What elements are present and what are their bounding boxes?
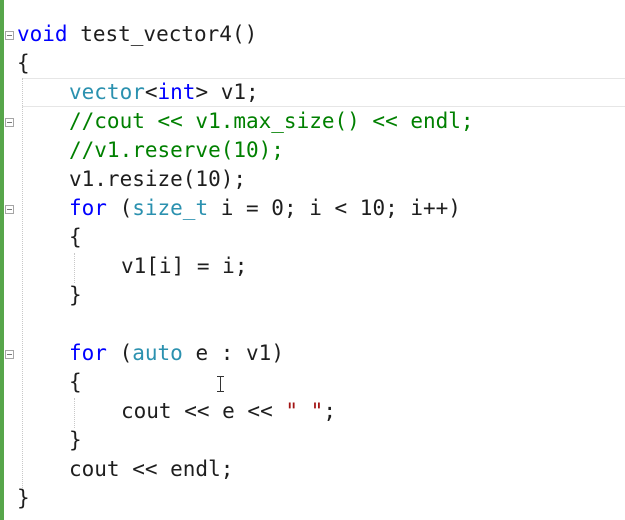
code-line-4-comment: //cout << v1.max_size() << endl; [69, 109, 474, 133]
collapse-for-range-loop-icon[interactable] [5, 350, 14, 359]
code-line-7: for (size_t i = 0; i < 10; i++) [69, 194, 461, 223]
string-token: " " [285, 399, 324, 423]
collapse-function-icon[interactable] [5, 31, 14, 40]
code-line-5-comment: //v1.reserve(10); [69, 138, 284, 162]
keyword-token: int [157, 80, 196, 104]
indent-guide [74, 398, 75, 428]
collapse-for-loop-icon[interactable] [5, 205, 14, 214]
code-line-9: v1[i] = i; [121, 254, 248, 278]
type-token: auto [132, 341, 183, 365]
code-token: > v1; [195, 80, 259, 104]
code-line-10: } [69, 283, 82, 307]
code-line-12: for (auto e : v1) [69, 339, 284, 368]
code-line-13: { [69, 370, 82, 394]
code-token: ( [106, 196, 133, 220]
indent-guide [74, 253, 75, 283]
type-token: size_t [132, 196, 209, 220]
collapse-comment-icon[interactable] [5, 118, 14, 127]
operator-token: < [144, 80, 158, 104]
keyword-token: for [69, 341, 107, 365]
code-line-17: } [17, 486, 30, 510]
code-line-6: v1.resize(10); [69, 167, 247, 191]
code-line-3: vector<int> v1; [69, 78, 259, 107]
keyword-token: void [17, 22, 68, 46]
indent-guide [22, 78, 23, 488]
code-editor[interactable]: void test_vector4() { vector<int> v1; //… [0, 0, 625, 520]
code-line-2: { [17, 51, 30, 75]
code-line-16: cout << endl; [69, 457, 234, 481]
code-line-8: { [69, 225, 82, 249]
code-line-15: } [69, 428, 82, 452]
code-token: ( [106, 341, 133, 365]
code-token: ; [323, 399, 336, 423]
code-line-1: void test_vector4() [17, 20, 257, 49]
function-signature-token: test_vector4() [67, 22, 258, 46]
code-token: i = 0; i < 10; i++) [208, 196, 461, 220]
change-indicator-bar [0, 0, 4, 520]
code-token: e : v1) [182, 341, 284, 365]
type-token: vector [69, 80, 145, 104]
keyword-token: for [69, 196, 107, 220]
text-cursor-ibeam-icon [216, 376, 226, 392]
code-token: cout << e << [121, 399, 286, 423]
code-line-14: cout << e << " "; [121, 397, 336, 426]
